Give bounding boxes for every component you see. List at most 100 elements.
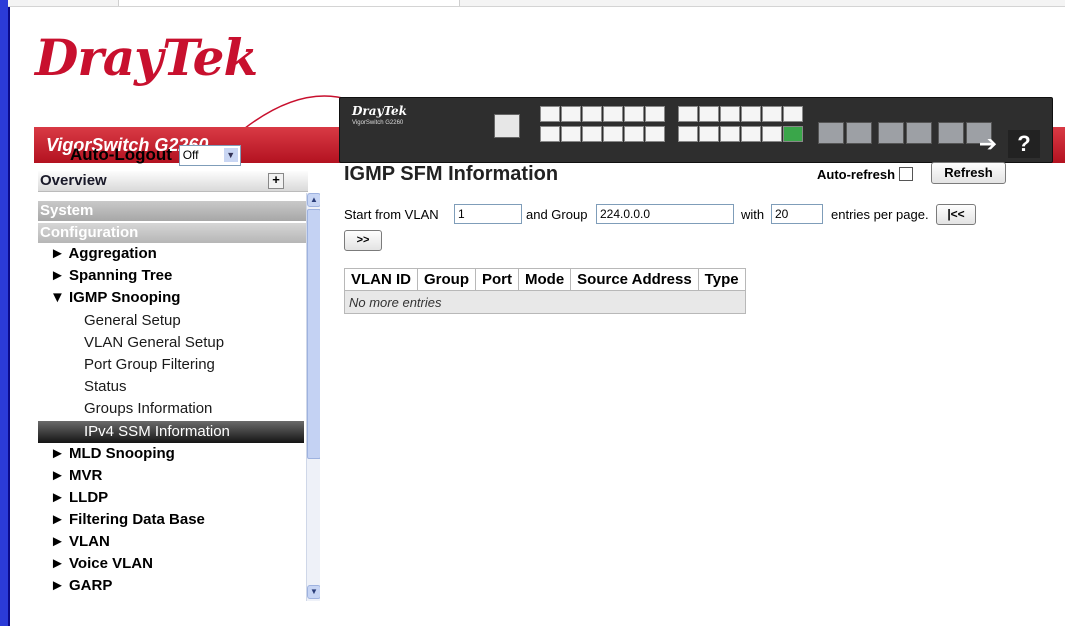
scroll-down-icon[interactable]: ▼ xyxy=(307,585,320,599)
table-row: No more entries xyxy=(344,290,746,314)
panel-brand: DrayTek xyxy=(352,104,407,118)
port-icon xyxy=(741,106,761,122)
switch-front-panel-image: DrayTek VigorSwitch G2260 xyxy=(339,97,1053,163)
port-icon-active xyxy=(783,126,803,142)
port-icon xyxy=(783,106,803,122)
port-icon xyxy=(624,106,644,122)
menu-system[interactable]: System xyxy=(38,201,308,221)
submenu-vlan-general-setup[interactable]: VLAN General Setup xyxy=(84,332,224,354)
port-icon xyxy=(762,106,782,122)
window-left-edge xyxy=(0,0,8,626)
port-icon xyxy=(645,126,665,142)
panel-model: VigorSwitch G2260 xyxy=(352,120,404,126)
column-header: VLAN ID xyxy=(344,268,418,291)
next-page-button[interactable]: >> xyxy=(344,230,382,251)
auto-logout-label: Auto-Logout xyxy=(70,145,172,164)
column-header: Mode xyxy=(517,268,572,291)
table-header-row: VLAN ID Group Port Mode Source Address T… xyxy=(344,268,746,291)
draytek-logo: DrayTek xyxy=(35,28,258,87)
submenu-general-setup[interactable]: General Setup xyxy=(84,310,181,332)
port-icon xyxy=(762,126,782,142)
port-icon xyxy=(561,126,581,142)
start-vlan-input[interactable]: 1 xyxy=(454,204,522,224)
main-content: IGMP SFM Information Auto-refresh Refres… xyxy=(344,155,1044,595)
menu-overview[interactable]: Overview + xyxy=(38,171,308,192)
port-icon xyxy=(540,106,560,122)
sfp-port-icon xyxy=(846,122,872,144)
submenu-groups-information[interactable]: Groups Information xyxy=(84,398,212,420)
scroll-up-icon[interactable]: ▲ xyxy=(307,193,320,207)
port-icon xyxy=(720,126,740,142)
auto-logout: Auto-Logout Off ▼ xyxy=(70,145,241,166)
port-icon xyxy=(561,106,581,122)
port-icon xyxy=(603,106,623,122)
port-icon xyxy=(624,126,644,142)
auto-refresh: Auto-refresh xyxy=(817,167,914,182)
auto-logout-value: Off xyxy=(182,148,199,162)
column-header: Type xyxy=(697,268,746,291)
menu-item-mld-snooping[interactable]: ► MLD Snooping xyxy=(50,443,175,465)
port-icon xyxy=(603,126,623,142)
menu-item-lldp[interactable]: ► LLDP xyxy=(50,487,108,509)
port-icon xyxy=(645,106,665,122)
port-icon xyxy=(582,126,602,142)
sidebar-scrollbar[interactable]: ▲ ▼ xyxy=(306,193,320,601)
igmp-sfm-table: VLAN ID Group Port Mode Source Address T… xyxy=(344,268,746,314)
menu-item-mvr[interactable]: ► MVR xyxy=(50,465,102,487)
port-icon xyxy=(720,106,740,122)
chevron-down-icon: ▼ xyxy=(223,148,238,162)
sfp-port-icon xyxy=(818,122,844,144)
sfp-port-icon xyxy=(906,122,932,144)
auto-logout-select[interactable]: Off ▼ xyxy=(178,145,241,166)
auto-refresh-label: Auto-refresh xyxy=(817,167,896,182)
column-header: Port xyxy=(475,268,519,291)
menu-item-filtering-data-base[interactable]: ► Filtering Data Base xyxy=(50,509,205,531)
console-port xyxy=(494,114,520,138)
column-header: Group xyxy=(417,268,476,291)
auto-refresh-checkbox[interactable] xyxy=(899,167,914,181)
logout-icon[interactable]: ➔ xyxy=(972,130,1004,158)
port-icon xyxy=(699,106,719,122)
submenu-ipv4-ssm-information[interactable]: IPv4 SSM Information xyxy=(38,421,304,443)
navigation-menu: Overview + System Configuration ► Aggrega… xyxy=(38,171,320,601)
port-icon xyxy=(540,126,560,142)
menu-item-vlan[interactable]: ► VLAN xyxy=(50,531,110,553)
first-page-button[interactable]: |<< xyxy=(936,204,976,225)
logo-dray-text: Dray xyxy=(35,28,163,87)
active-tab-area xyxy=(118,0,460,6)
entries-per-page-label: entries per page. xyxy=(831,207,929,222)
with-label: with xyxy=(741,207,765,222)
logo-tek-text: Tek xyxy=(162,28,258,87)
sidebar: Auto-Logout Off ▼ Overview + System Config… xyxy=(38,145,320,601)
port-icon xyxy=(582,106,602,122)
start-from-vlan-label: Start from VLAN xyxy=(344,207,439,222)
sfp-port-icon xyxy=(938,122,964,144)
top-tab-strip xyxy=(8,0,1065,7)
window-left-border xyxy=(8,0,10,626)
port-icon xyxy=(741,126,761,142)
submenu-status[interactable]: Status xyxy=(84,376,127,398)
entries-per-page-input[interactable]: 20 xyxy=(771,204,823,224)
menu-item-garp[interactable]: ► GARP xyxy=(50,575,112,597)
expand-plus-icon[interactable]: + xyxy=(268,173,284,189)
empty-table-message: No more entries xyxy=(344,290,746,314)
menu-item-voice-vlan[interactable]: ► Voice VLAN xyxy=(50,553,153,575)
menu-configuration[interactable]: Configuration xyxy=(38,223,308,243)
submenu-port-group-filtering[interactable]: Port Group Filtering xyxy=(84,354,215,376)
column-header: Source Address xyxy=(570,268,699,291)
sfp-port-icon xyxy=(878,122,904,144)
and-group-label: and Group xyxy=(526,207,588,222)
menu-item-aggregation[interactable]: ► Aggregation xyxy=(50,243,157,265)
scrollbar-thumb[interactable] xyxy=(307,209,320,459)
menu-overview-label: Overview xyxy=(40,172,107,189)
menu-item-igmp-snooping[interactable]: ▼ IGMP Snooping xyxy=(50,287,180,309)
page-title: IGMP SFM Information xyxy=(344,163,559,185)
port-icon xyxy=(678,106,698,122)
help-icon[interactable]: ? xyxy=(1008,130,1040,158)
menu-item-spanning-tree[interactable]: ► Spanning Tree xyxy=(50,265,172,287)
port-icon xyxy=(699,126,719,142)
group-input[interactable]: 224.0.0.0 xyxy=(596,204,734,224)
header: DrayTek VigorSwitch G2260 DrayTek VigorS… xyxy=(20,28,1065,163)
port-icon xyxy=(678,126,698,142)
refresh-button[interactable]: Refresh xyxy=(931,162,1006,184)
